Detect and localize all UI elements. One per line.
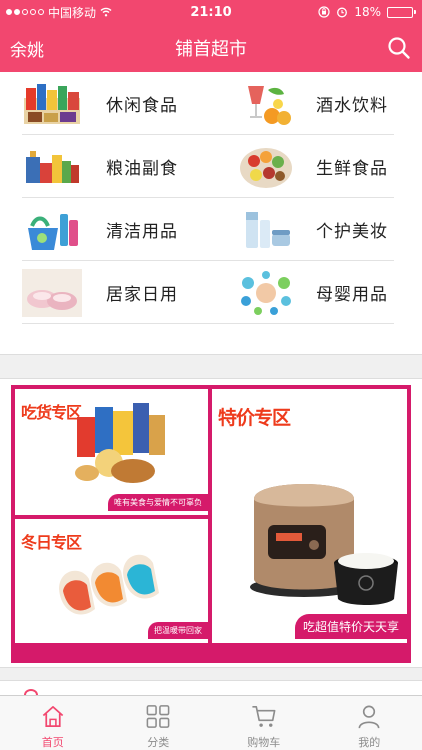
category-row: 休闲食品 酒水饮料 [22,72,394,135]
category-row: 清洁用品 个护美妆 [22,198,394,261]
snack-zone-banner[interactable]: 吃货专区 唯有美食与爱情不可辜负 [15,389,208,515]
category-row: 居家日用 母婴用品 [22,261,394,324]
page-title: 铺首超市 [175,39,247,60]
home-goods-icon [22,268,82,317]
city-selector[interactable]: 余姚 [10,36,44,61]
category-baby-products[interactable]: 母婴用品 [208,261,394,324]
snacks-icon [24,83,80,124]
promo-section: 吃货专区 唯有美食与爱情不可辜负 冬日专区 把温暖带回家 特价专区 吃超值特价天… [0,378,422,668]
tab-label: 购物车 [247,736,281,749]
winter-zone-banner[interactable]: 冬日专区 把温暖带回家 [15,519,208,643]
status-time: 21:10 [190,4,232,20]
top-bar: 中国移动 21:10 18% 余姚 铺首超市 [0,0,422,72]
status-bar: 中国移动 21:10 18% [0,0,422,24]
rice-cooker-image [250,484,398,605]
category-label: 粮油副食 [106,159,178,179]
fresh-food-icon [240,147,292,188]
snack-zone-title: 吃货专区 [21,403,82,422]
category-cleaning[interactable]: 清洁用品 [22,198,208,261]
category-label: 清洁用品 [106,222,178,242]
nav-bar: 余姚 铺首超市 [0,24,422,72]
category-label: 酒水饮料 [316,96,388,116]
carrier-label: 中国移动 [48,5,97,20]
category-home-goods[interactable]: 居家日用 [22,261,208,324]
battery-icon [387,6,417,18]
category-label: 母婴用品 [316,285,388,305]
rotation-lock-icon [318,6,330,18]
user-icon [358,705,380,729]
cleaning-icon [28,213,78,250]
cart-icon [252,706,276,727]
category-grid: 休闲食品 酒水饮料 粮油副食 生鲜食品 清洁用品 个护美妆 居家日用 母婴用品 [0,72,422,355]
category-fresh-food[interactable]: 生鲜食品 [208,135,394,198]
drinks-icon [248,85,291,125]
signal-icon [6,9,44,15]
battery-percent: 18% [354,5,382,19]
tab-cart[interactable]: 购物车 [211,696,317,750]
grid-icon [146,705,170,728]
home-icon [42,705,63,728]
search-icon[interactable] [386,35,412,61]
sale-zone-title: 特价专区 [218,407,291,429]
tab-label: 分类 [147,736,170,749]
category-label: 居家日用 [106,285,178,305]
snacks-image [75,403,165,483]
cosmetics-icon [246,211,290,248]
tab-label: 我的 [358,736,381,749]
category-drinks[interactable]: 酒水饮料 [208,72,394,135]
tab-label: 首页 [41,736,64,749]
winter-zone-tagline: 把温暖带回家 [148,622,208,639]
category-cosmetics[interactable]: 个护美妆 [208,198,394,261]
sale-zone-tagline: 吃超值特价天天享 [294,614,407,639]
category-label: 生鲜食品 [316,159,388,179]
grain-oil-icon [26,150,79,183]
baby-products-icon [241,270,291,315]
wifi-icon [100,7,112,17]
slippers-image [59,554,159,615]
category-grain-oil[interactable]: 粮油副食 [22,135,208,198]
snack-zone-tagline: 唯有美食与爱情不可辜负 [108,494,208,511]
sale-zone-banner[interactable]: 特价专区 吃超值特价天天享 [212,389,407,643]
tab-mine[interactable]: 我的 [317,696,422,750]
tab-category[interactable]: 分类 [106,696,212,750]
tab-bar: 首页 分类 购物车 我的 [0,695,422,750]
promo-frame: 吃货专区 唯有美食与爱情不可辜负 冬日专区 把温暖带回家 特价专区 吃超值特价天… [11,385,411,663]
tab-home[interactable]: 首页 [0,696,106,750]
category-label: 个护美妆 [316,222,388,242]
app-screen: 中国移动 21:10 18% 余姚 铺首超市 休闲食品 酒水饮料 粮油副食 生鲜… [0,0,422,750]
alarm-icon [337,7,348,18]
category-label: 休闲食品 [106,96,178,116]
category-snacks[interactable]: 休闲食品 [22,72,208,135]
category-row: 粮油副食 生鲜食品 [22,135,394,198]
